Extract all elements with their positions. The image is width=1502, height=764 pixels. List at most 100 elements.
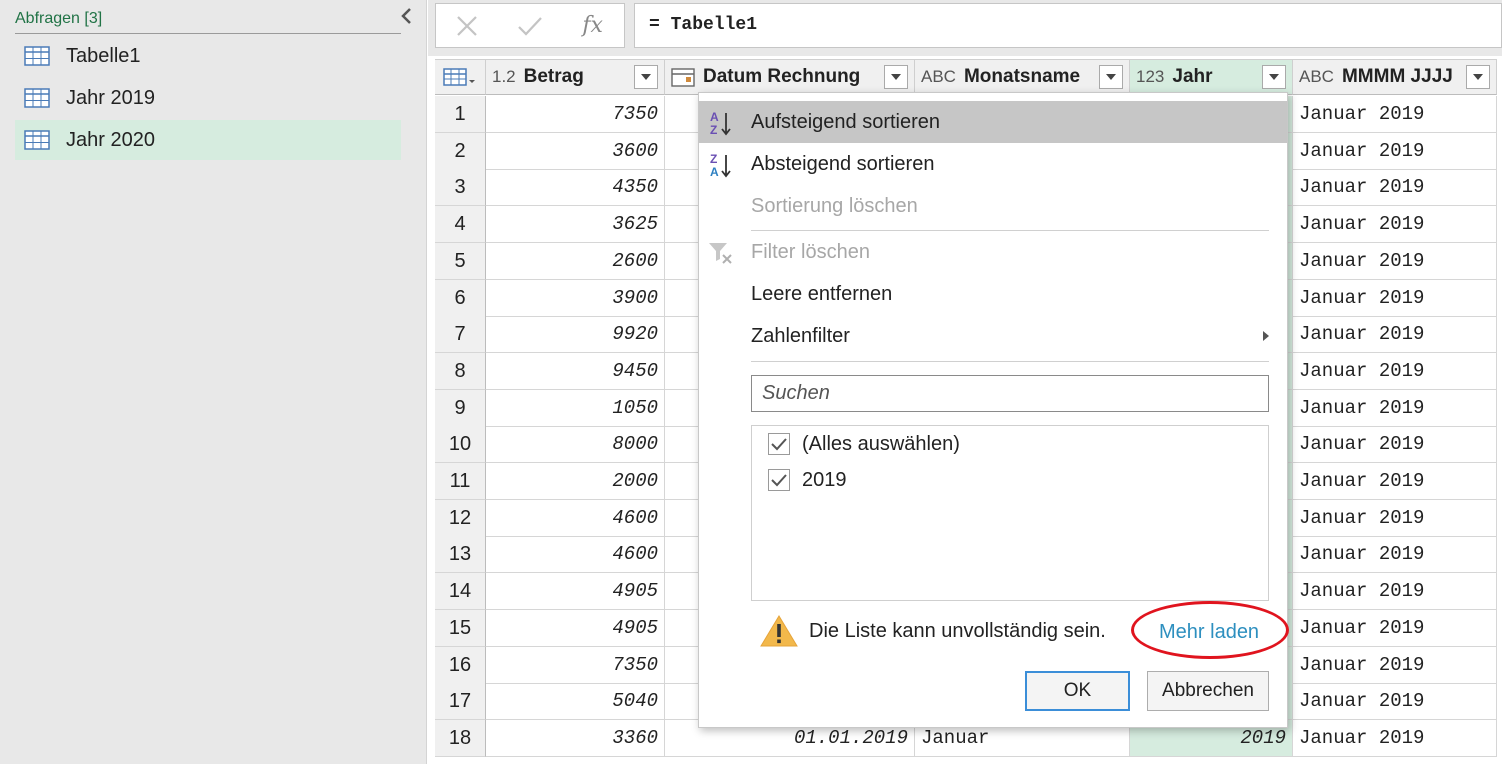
column-filter-button[interactable] [1099, 65, 1123, 89]
cell-betrag[interactable]: 4905 [486, 573, 665, 611]
row-number[interactable]: 14 [435, 573, 486, 611]
row-number[interactable]: 12 [435, 499, 486, 537]
sort-ascending-item[interactable]: A Z Aufsteigend sortieren [699, 101, 1287, 143]
column-name: Betrag [523, 66, 584, 87]
cell-mmmm-jjjj[interactable]: Januar 2019 [1293, 352, 1497, 390]
row-number[interactable]: 3 [435, 169, 486, 207]
row-number[interactable]: 8 [435, 352, 486, 390]
cell-mmmm-jjjj[interactable]: Januar 2019 [1293, 279, 1497, 317]
column-filter-button[interactable] [634, 65, 658, 89]
cell-betrag[interactable]: 2600 [486, 242, 665, 280]
query-item[interactable]: Jahr 2020 [15, 120, 401, 160]
cell-betrag[interactable]: 7350 [486, 96, 665, 133]
row-number[interactable]: 9 [435, 389, 486, 427]
cell-mmmm-jjjj[interactable]: Januar 2019 [1293, 609, 1497, 647]
cell-mmmm-jjjj[interactable]: Januar 2019 [1293, 96, 1497, 133]
clear-sort-item[interactable]: Sortierung löschen [699, 185, 1287, 227]
confirm-formula-button[interactable] [499, 4, 562, 47]
cell-betrag[interactable]: 8000 [486, 426, 665, 464]
column-name: MMMM JJJJ [1341, 66, 1453, 87]
filter-search-input[interactable]: Suchen [751, 375, 1269, 412]
row-number[interactable]: 15 [435, 609, 486, 647]
column-header[interactable]: 1.2 Betrag [486, 59, 665, 95]
column-filter-button[interactable] [1466, 65, 1490, 89]
row-number[interactable]: 1 [435, 96, 486, 133]
cell-mmmm-jjjj[interactable]: Januar 2019 [1293, 719, 1497, 757]
chevron-down-icon [641, 74, 651, 80]
row-number[interactable]: 13 [435, 536, 486, 574]
cell-betrag[interactable]: 4350 [486, 169, 665, 207]
cell-mmmm-jjjj[interactable]: Januar 2019 [1293, 646, 1497, 684]
cell-betrag[interactable]: 1050 [486, 389, 665, 427]
sort-descending-label: Absteigend sortieren [751, 152, 935, 175]
row-number[interactable]: 2 [435, 132, 486, 170]
close-icon [457, 15, 478, 36]
cancel-button[interactable]: Abbrechen [1147, 671, 1269, 711]
row-number[interactable]: 7 [435, 316, 486, 354]
number-filter-item[interactable]: Zahlenfilter [699, 315, 1287, 357]
cell-betrag[interactable]: 9450 [486, 352, 665, 390]
cancel-formula-button[interactable] [436, 4, 499, 47]
row-number[interactable]: 16 [435, 646, 486, 684]
queries-divider [15, 33, 401, 34]
cell-mmmm-jjjj[interactable]: Januar 2019 [1293, 573, 1497, 611]
column-header[interactable]: ABC MMMM JJJJ [1293, 59, 1497, 95]
cell-mmmm-jjjj[interactable]: Januar 2019 [1293, 426, 1497, 464]
formula-input[interactable]: = Tabelle1 [634, 3, 1502, 48]
row-number[interactable]: 6 [435, 279, 486, 317]
cell-betrag[interactable]: 3360 [486, 719, 665, 757]
menu-separator [751, 361, 1269, 362]
cell-betrag[interactable]: 2000 [486, 463, 665, 500]
column-filter-button[interactable] [1262, 65, 1286, 89]
clear-sort-label: Sortierung löschen [751, 194, 918, 217]
cell-mmmm-jjjj[interactable]: Januar 2019 [1293, 242, 1497, 280]
query-label: Tabelle1 [66, 44, 141, 67]
insert-function-button[interactable]: fx [561, 4, 624, 47]
query-item[interactable]: Tabelle1 [15, 36, 401, 76]
cell-betrag[interactable]: 3900 [486, 279, 665, 317]
row-number[interactable]: 18 [435, 719, 486, 757]
cell-mmmm-jjjj[interactable]: Januar 2019 [1293, 536, 1497, 574]
ok-button[interactable]: OK [1025, 671, 1130, 711]
column-name: Monatsname [963, 66, 1081, 87]
column-filter-button[interactable] [884, 65, 908, 89]
cell-betrag[interactable]: 7350 [486, 646, 665, 684]
load-more-link[interactable]: Mehr laden [1159, 621, 1259, 644]
row-number[interactable]: 5 [435, 242, 486, 280]
collapse-pane-button[interactable] [396, 4, 416, 28]
table-menu-button[interactable] [435, 59, 486, 95]
cell-mmmm-jjjj[interactable]: Januar 2019 [1293, 206, 1497, 244]
cell-mmmm-jjjj[interactable]: Januar 2019 [1293, 316, 1497, 354]
row-number[interactable]: 10 [435, 426, 486, 464]
query-item[interactable]: Jahr 2019 [15, 78, 401, 118]
check-icon [771, 438, 787, 451]
cell-betrag[interactable]: 3625 [486, 206, 665, 244]
cell-mmmm-jjjj[interactable]: Januar 2019 [1293, 683, 1497, 721]
cell-betrag[interactable]: 4600 [486, 499, 665, 537]
filter-value-item[interactable]: (Alles auswählen) [768, 430, 960, 458]
cell-mmmm-jjjj[interactable]: Januar 2019 [1293, 169, 1497, 207]
filter-value-item[interactable]: 2019 [768, 466, 847, 494]
cell-mmmm-jjjj[interactable]: Januar 2019 [1293, 132, 1497, 170]
cell-betrag[interactable]: 5040 [486, 683, 665, 721]
sort-descending-item[interactable]: Z A Absteigend sortieren [699, 143, 1287, 185]
cell-betrag[interactable]: 3600 [486, 132, 665, 170]
cell-betrag[interactable]: 4600 [486, 536, 665, 574]
cell-mmmm-jjjj[interactable]: Januar 2019 [1293, 499, 1497, 537]
row-number[interactable]: 17 [435, 683, 486, 721]
column-header[interactable]: Datum Rechnung [665, 59, 915, 95]
sort-descending-icon: Z A [710, 152, 731, 179]
column-header[interactable]: 123 Jahr [1130, 59, 1293, 95]
column-header[interactable]: ABC Monatsname [915, 59, 1130, 95]
cell-mmmm-jjjj[interactable]: Januar 2019 [1293, 463, 1497, 500]
remove-empty-item[interactable]: Leere entfernen [699, 273, 1287, 315]
cell-betrag[interactable]: 9920 [486, 316, 665, 354]
checkbox[interactable] [768, 469, 790, 491]
cell-betrag[interactable]: 4905 [486, 609, 665, 647]
warning-icon [760, 615, 798, 647]
clear-filter-item[interactable]: Filter löschen [699, 231, 1287, 273]
row-number[interactable]: 4 [435, 206, 486, 244]
row-number[interactable]: 11 [435, 463, 486, 500]
cell-mmmm-jjjj[interactable]: Januar 2019 [1293, 389, 1497, 427]
checkbox[interactable] [768, 433, 790, 455]
